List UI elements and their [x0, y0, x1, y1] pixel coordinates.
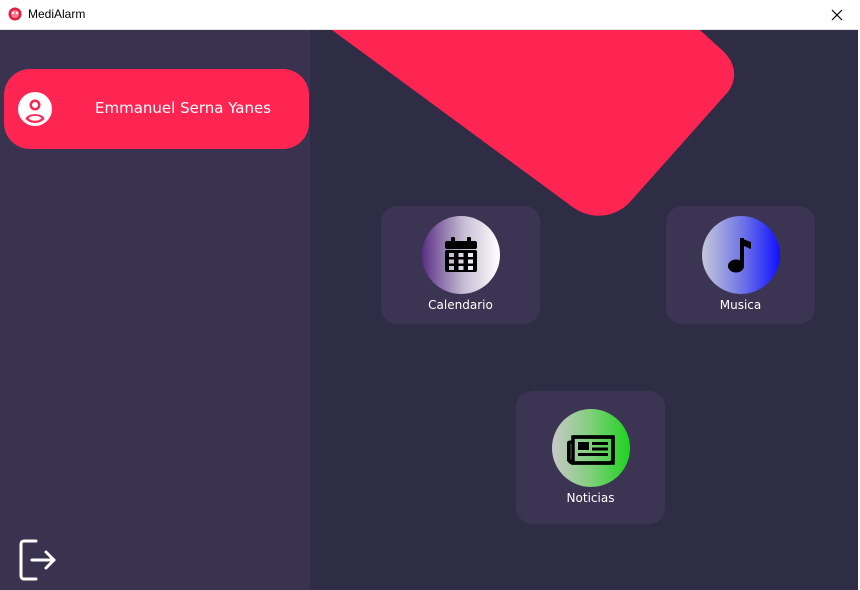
news-icon-circle	[552, 409, 630, 487]
logout-icon[interactable]	[18, 538, 58, 582]
close-button[interactable]	[814, 0, 860, 29]
user-avatar-icon	[18, 92, 52, 126]
news-tile-label: Noticias	[566, 491, 615, 505]
music-note-icon	[728, 238, 751, 273]
calendar-icon	[445, 237, 477, 272]
user-profile-card[interactable]: Emmanuel Serna Yanes	[4, 69, 309, 149]
music-tile-label: Musica	[719, 298, 762, 312]
close-icon	[831, 9, 843, 20]
decorative-red-shape	[332, 30, 735, 216]
title-bar: MediAlarm	[0, 0, 860, 30]
app-logo-icon	[8, 7, 22, 21]
calendar-tile-label: Calendario	[428, 298, 493, 312]
music-icon-circle	[702, 216, 780, 294]
user-name: Emmanuel Serna Yanes	[95, 99, 272, 117]
sidebar: Emmanuel Serna Yanes	[0, 30, 310, 590]
music-tile[interactable]: Musica	[666, 206, 815, 324]
main-content: Calendario Musica Noticias	[310, 30, 858, 590]
calendar-tile[interactable]: Calendario	[381, 206, 540, 324]
news-tile[interactable]: Noticias	[516, 391, 665, 524]
newspaper-icon	[567, 435, 615, 465]
app-window: MediAlarm Emmanuel Serna Yanes Calendari…	[0, 0, 860, 590]
window-title: MediAlarm	[28, 7, 86, 21]
calendar-icon-circle	[422, 216, 500, 294]
